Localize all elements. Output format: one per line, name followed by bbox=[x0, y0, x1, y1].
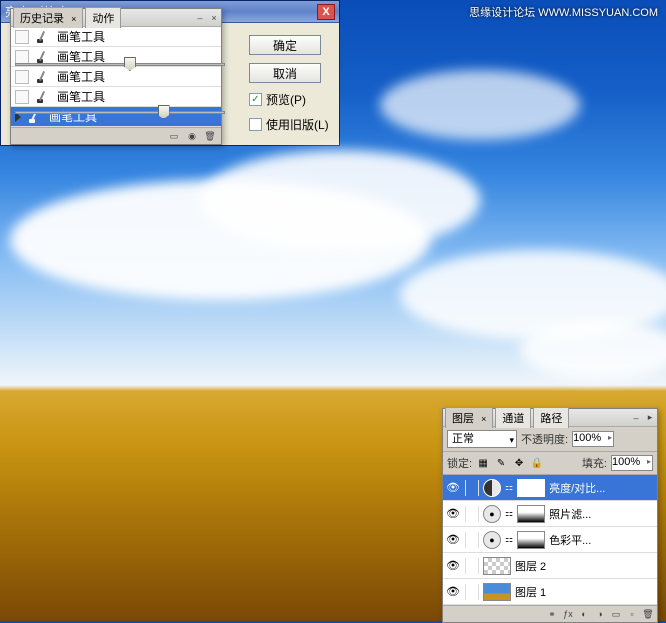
folder-icon[interactable]: ▭ bbox=[611, 609, 621, 619]
snapshot-slot[interactable] bbox=[15, 90, 29, 104]
history-item-label: 画笔工具 bbox=[57, 28, 105, 45]
contrast-slider[interactable] bbox=[15, 105, 225, 121]
layer-thumbnail[interactable] bbox=[483, 557, 511, 575]
minimize-icon[interactable]: – bbox=[195, 13, 205, 23]
link-icon[interactable]: ⚭ bbox=[547, 609, 557, 619]
history-panel: 历史记录 × 动作 – × 画笔工具画笔工具画笔工具画笔工具画笔工具 ▭ ◉ 🗑 bbox=[10, 8, 222, 145]
blend-mode-select[interactable]: 正常 bbox=[447, 430, 517, 448]
tab-actions[interactable]: 动作 bbox=[85, 7, 121, 28]
layer-row[interactable]: 👁 ⚏ 亮度/对比... bbox=[443, 475, 657, 501]
history-header: 历史记录 × 动作 – × bbox=[11, 9, 221, 27]
layer-list: 👁 ⚏ 亮度/对比... 👁 ● ⚏ 照片滤... 👁 ● ⚏ 色彩平... 👁 图层 2 👁 图层 1 bbox=[443, 475, 657, 605]
brush-icon bbox=[35, 29, 51, 45]
link-slot[interactable] bbox=[465, 558, 479, 574]
new-doc-icon[interactable]: ▭ bbox=[169, 131, 179, 141]
close-icon[interactable]: × bbox=[209, 13, 219, 23]
layer-row[interactable]: 👁 图层 1 bbox=[443, 579, 657, 605]
adjustment-icon: ● bbox=[483, 531, 501, 549]
opacity-label: 不透明度: bbox=[521, 431, 568, 447]
mask-icon[interactable]: ◐ bbox=[579, 609, 589, 619]
preview-label: 预览(P) bbox=[266, 91, 306, 108]
link-icon: ⚏ bbox=[505, 508, 513, 519]
check-icon[interactable] bbox=[249, 118, 262, 131]
lock-brush-icon[interactable]: ✎ bbox=[494, 456, 508, 470]
menu-icon[interactable]: ▸ bbox=[645, 413, 655, 423]
legacy-label: 使用旧版(L) bbox=[266, 116, 329, 133]
tab-close-icon[interactable]: × bbox=[71, 14, 76, 24]
layer-row[interactable]: 👁 ● ⚏ 色彩平... bbox=[443, 527, 657, 553]
tab-paths[interactable]: 路径 bbox=[533, 407, 569, 428]
adjustment-icon[interactable]: ◑ bbox=[595, 609, 605, 619]
brush-icon bbox=[35, 89, 51, 105]
layers-footer: ⚭ ƒx ◐ ◑ ▭ ▫ 🗑 bbox=[443, 605, 657, 622]
preview-checkbox[interactable]: ✓ 预览(P) bbox=[249, 91, 306, 108]
layer-name[interactable]: 亮度/对比... bbox=[549, 480, 605, 496]
layer-name[interactable]: 图层 2 bbox=[515, 558, 546, 574]
legacy-checkbox[interactable]: 使用旧版(L) bbox=[249, 116, 329, 133]
lock-label: 锁定: bbox=[447, 455, 472, 471]
brightness-slider[interactable] bbox=[15, 57, 225, 73]
fill-value[interactable]: 100% bbox=[611, 455, 653, 471]
visibility-icon[interactable]: 👁 bbox=[445, 480, 461, 496]
tab-layers-label: 图层 bbox=[452, 413, 474, 425]
history-item-label: 画笔工具 bbox=[57, 88, 105, 105]
watermark: 思缘设计论坛 WWW.MISSYUAN.COM bbox=[469, 4, 658, 20]
visibility-icon[interactable]: 👁 bbox=[445, 584, 461, 600]
lock-all-icon[interactable]: 🔒 bbox=[530, 456, 544, 470]
layer-row[interactable]: 👁 ● ⚏ 照片滤... bbox=[443, 501, 657, 527]
tab-history-label: 历史记录 bbox=[20, 13, 64, 25]
history-item[interactable]: 画笔工具 bbox=[11, 87, 221, 107]
visibility-icon[interactable]: 👁 bbox=[445, 558, 461, 574]
tab-layers[interactable]: 图层 × bbox=[445, 407, 493, 428]
opacity-value[interactable]: 100% bbox=[572, 431, 614, 447]
link-icon: ⚏ bbox=[505, 482, 513, 493]
layers-header: 图层 × 通道 路径 – ▸ bbox=[443, 409, 657, 427]
link-slot[interactable] bbox=[465, 532, 479, 548]
adjustment-icon: ● bbox=[483, 505, 501, 523]
visibility-icon[interactable]: 👁 bbox=[445, 506, 461, 522]
snapshot-icon[interactable]: ◉ bbox=[187, 131, 197, 141]
link-icon: ⚏ bbox=[505, 534, 513, 545]
lock-move-icon[interactable]: ✥ bbox=[512, 456, 526, 470]
layer-row[interactable]: 👁 图层 2 bbox=[443, 553, 657, 579]
dialog-close-button[interactable]: X bbox=[317, 4, 335, 20]
layer-name[interactable]: 照片滤... bbox=[549, 506, 591, 522]
layers-panel: 图层 × 通道 路径 – ▸ 正常 不透明度: 100% 锁定: ▦ ✎ ✥ 🔒… bbox=[442, 408, 658, 623]
tab-close-icon[interactable]: × bbox=[481, 414, 486, 424]
contrast-thumb[interactable] bbox=[158, 105, 170, 119]
link-slot[interactable] bbox=[465, 506, 479, 522]
check-icon[interactable]: ✓ bbox=[249, 93, 262, 106]
layer-name[interactable]: 图层 1 bbox=[515, 584, 546, 600]
layer-name[interactable]: 色彩平... bbox=[549, 532, 591, 548]
tab-history[interactable]: 历史记录 × bbox=[13, 7, 83, 28]
link-slot[interactable] bbox=[465, 480, 479, 496]
adjustment-icon bbox=[483, 479, 501, 497]
mask-thumbnail[interactable] bbox=[517, 531, 545, 549]
brightness-thumb[interactable] bbox=[124, 57, 136, 71]
mask-thumbnail[interactable] bbox=[517, 479, 545, 497]
link-slot[interactable] bbox=[465, 584, 479, 600]
mask-thumbnail[interactable] bbox=[517, 505, 545, 523]
tab-channels[interactable]: 通道 bbox=[495, 407, 531, 428]
ok-button[interactable]: 确定 bbox=[249, 35, 321, 55]
minimize-icon[interactable]: – bbox=[631, 413, 641, 423]
layer-thumbnail[interactable] bbox=[483, 583, 511, 601]
trash-icon[interactable]: 🗑 bbox=[643, 609, 653, 619]
visibility-icon[interactable]: 👁 bbox=[445, 532, 461, 548]
fill-label: 填充: bbox=[582, 455, 607, 471]
history-item[interactable]: 画笔工具 bbox=[11, 27, 221, 47]
new-layer-icon[interactable]: ▫ bbox=[627, 609, 637, 619]
trash-icon[interactable]: 🗑 bbox=[205, 131, 215, 141]
fx-icon[interactable]: ƒx bbox=[563, 609, 573, 619]
history-footer: ▭ ◉ 🗑 bbox=[11, 127, 221, 144]
cancel-button[interactable]: 取消 bbox=[249, 63, 321, 83]
snapshot-slot[interactable] bbox=[15, 30, 29, 44]
lock-transparent-icon[interactable]: ▦ bbox=[476, 456, 490, 470]
